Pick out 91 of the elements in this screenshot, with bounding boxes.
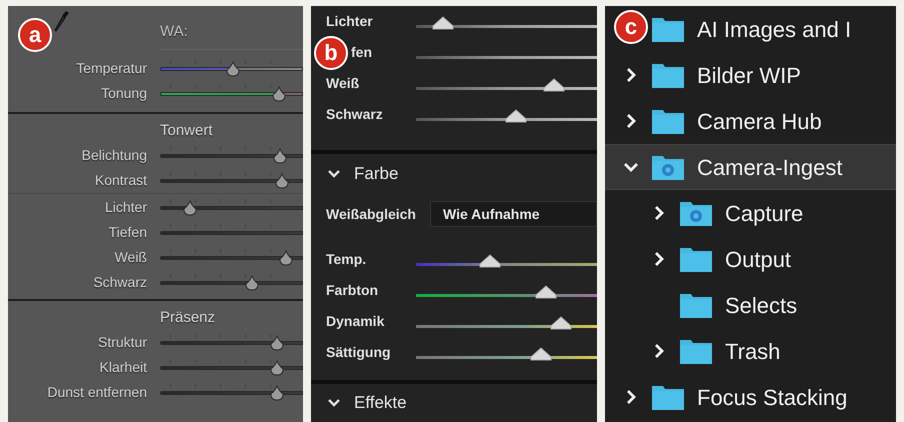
slider-label: Struktur — [96, 333, 148, 352]
section-header[interactable]: Farbe — [311, 154, 597, 194]
slider-thumb[interactable] — [550, 316, 572, 330]
slider[interactable] — [416, 314, 597, 330]
folder-icon — [679, 337, 713, 365]
tree-row[interactable]: Camera-Ingest — [605, 144, 896, 190]
folder-name: Selects — [725, 292, 798, 320]
letter-badge: a — [18, 18, 52, 52]
folder-icon — [651, 153, 685, 181]
slider-label: Sättigung — [326, 343, 392, 362]
slider[interactable] — [416, 106, 597, 122]
slider[interactable] — [160, 272, 303, 292]
folder-name: Output — [725, 246, 792, 274]
section-heading: Präsenz — [160, 309, 216, 326]
slider-thumb[interactable] — [278, 250, 294, 266]
slider-label: Temperatur — [75, 59, 148, 78]
tree-row[interactable]: Focus Stacking — [605, 374, 896, 420]
slider-label: Weiß — [326, 74, 360, 93]
slider-label: Belichtung — [80, 146, 148, 165]
slider[interactable] — [416, 76, 597, 92]
slider-thumb[interactable] — [272, 148, 288, 164]
slider-label: Temp. — [326, 250, 368, 269]
slider-label: Schwarz — [326, 105, 384, 124]
slider-thumb[interactable] — [270, 86, 287, 102]
slider-label: Tonung — [100, 84, 148, 103]
slider-label: Schwarz — [92, 273, 148, 292]
slider[interactable] — [416, 344, 597, 360]
slider-thumb[interactable] — [182, 200, 198, 216]
section-header[interactable]: Effekte — [311, 384, 597, 422]
slider[interactable] — [160, 332, 303, 352]
slider[interactable] — [160, 58, 303, 78]
folder-name: Capture — [725, 200, 804, 228]
folder-name: AI Images and I — [697, 16, 852, 44]
slider[interactable] — [160, 248, 303, 268]
eyedropper-icon[interactable] — [54, 10, 70, 32]
slider-thumb[interactable] — [432, 16, 454, 30]
slider-thumb[interactable] — [535, 284, 558, 298]
slider-label: Lichter — [104, 198, 148, 217]
slider[interactable] — [160, 382, 303, 402]
slider-label: Lichter — [326, 12, 374, 31]
tree-row[interactable]: Output — [605, 236, 896, 282]
folder-name: Trash — [725, 338, 780, 366]
folder-icon — [679, 245, 713, 273]
slider-label: Klarheit — [98, 358, 148, 377]
field-label: Weißabgleich — [326, 204, 417, 224]
slider-thumb[interactable] — [504, 108, 527, 122]
letter-badge: c — [614, 10, 648, 44]
folder-name: Bilder WIP — [697, 62, 801, 90]
section-heading: Tonwert — [160, 122, 213, 139]
folder-name: Focus Stacking — [697, 384, 848, 412]
tree-row[interactable]: Capture — [605, 190, 896, 236]
slider-label: Dynamik — [326, 312, 386, 331]
slider-thumb[interactable] — [274, 172, 290, 188]
slider-label: fen — [351, 43, 373, 62]
slider[interactable] — [160, 84, 303, 104]
dropdown-field[interactable]: Wie Aufnahme — [430, 201, 597, 227]
folder-icon — [651, 61, 685, 89]
slider[interactable] — [160, 358, 303, 378]
slider-label: Kontrast — [94, 171, 148, 190]
slider-label: Farbton — [326, 281, 380, 300]
tree-row[interactable]: c AI Images and I — [605, 6, 896, 52]
slider[interactable] — [160, 146, 303, 166]
tree-row[interactable]: Camera Hub — [605, 98, 896, 144]
slider-thumb[interactable] — [224, 60, 241, 76]
slider-label: Weiß — [114, 248, 148, 267]
slider-thumb[interactable] — [269, 360, 286, 376]
slider-thumb[interactable] — [244, 274, 260, 290]
slider-label: Tiefen — [108, 223, 148, 242]
tree-row[interactable]: Bilder WIP — [605, 52, 896, 98]
slider[interactable] — [160, 198, 303, 218]
tree-row[interactable]: Trash — [605, 328, 896, 374]
slider[interactable] — [160, 170, 303, 190]
slider-thumb[interactable] — [269, 384, 286, 400]
folder-name: Camera-Ingest — [697, 154, 843, 182]
folder-name: Camera Hub — [697, 108, 822, 136]
folder-icon — [651, 383, 685, 411]
folder-icon — [679, 291, 713, 319]
slider-thumb[interactable] — [269, 334, 286, 350]
slider[interactable] — [416, 252, 597, 268]
folder-icon — [651, 15, 685, 43]
slider-thumb[interactable] — [530, 346, 552, 360]
slider[interactable] — [416, 282, 597, 298]
letter-badge: b — [314, 36, 348, 70]
slider-thumb[interactable] — [479, 254, 502, 268]
section-heading: WA: — [160, 23, 188, 40]
folder-icon — [651, 107, 685, 135]
folder-icon — [679, 199, 713, 227]
slider-label: Dunst entfernen — [46, 383, 148, 402]
slider[interactable] — [416, 14, 597, 30]
tree-row[interactable]: Selects — [605, 282, 896, 328]
slider-thumb[interactable] — [542, 78, 565, 92]
